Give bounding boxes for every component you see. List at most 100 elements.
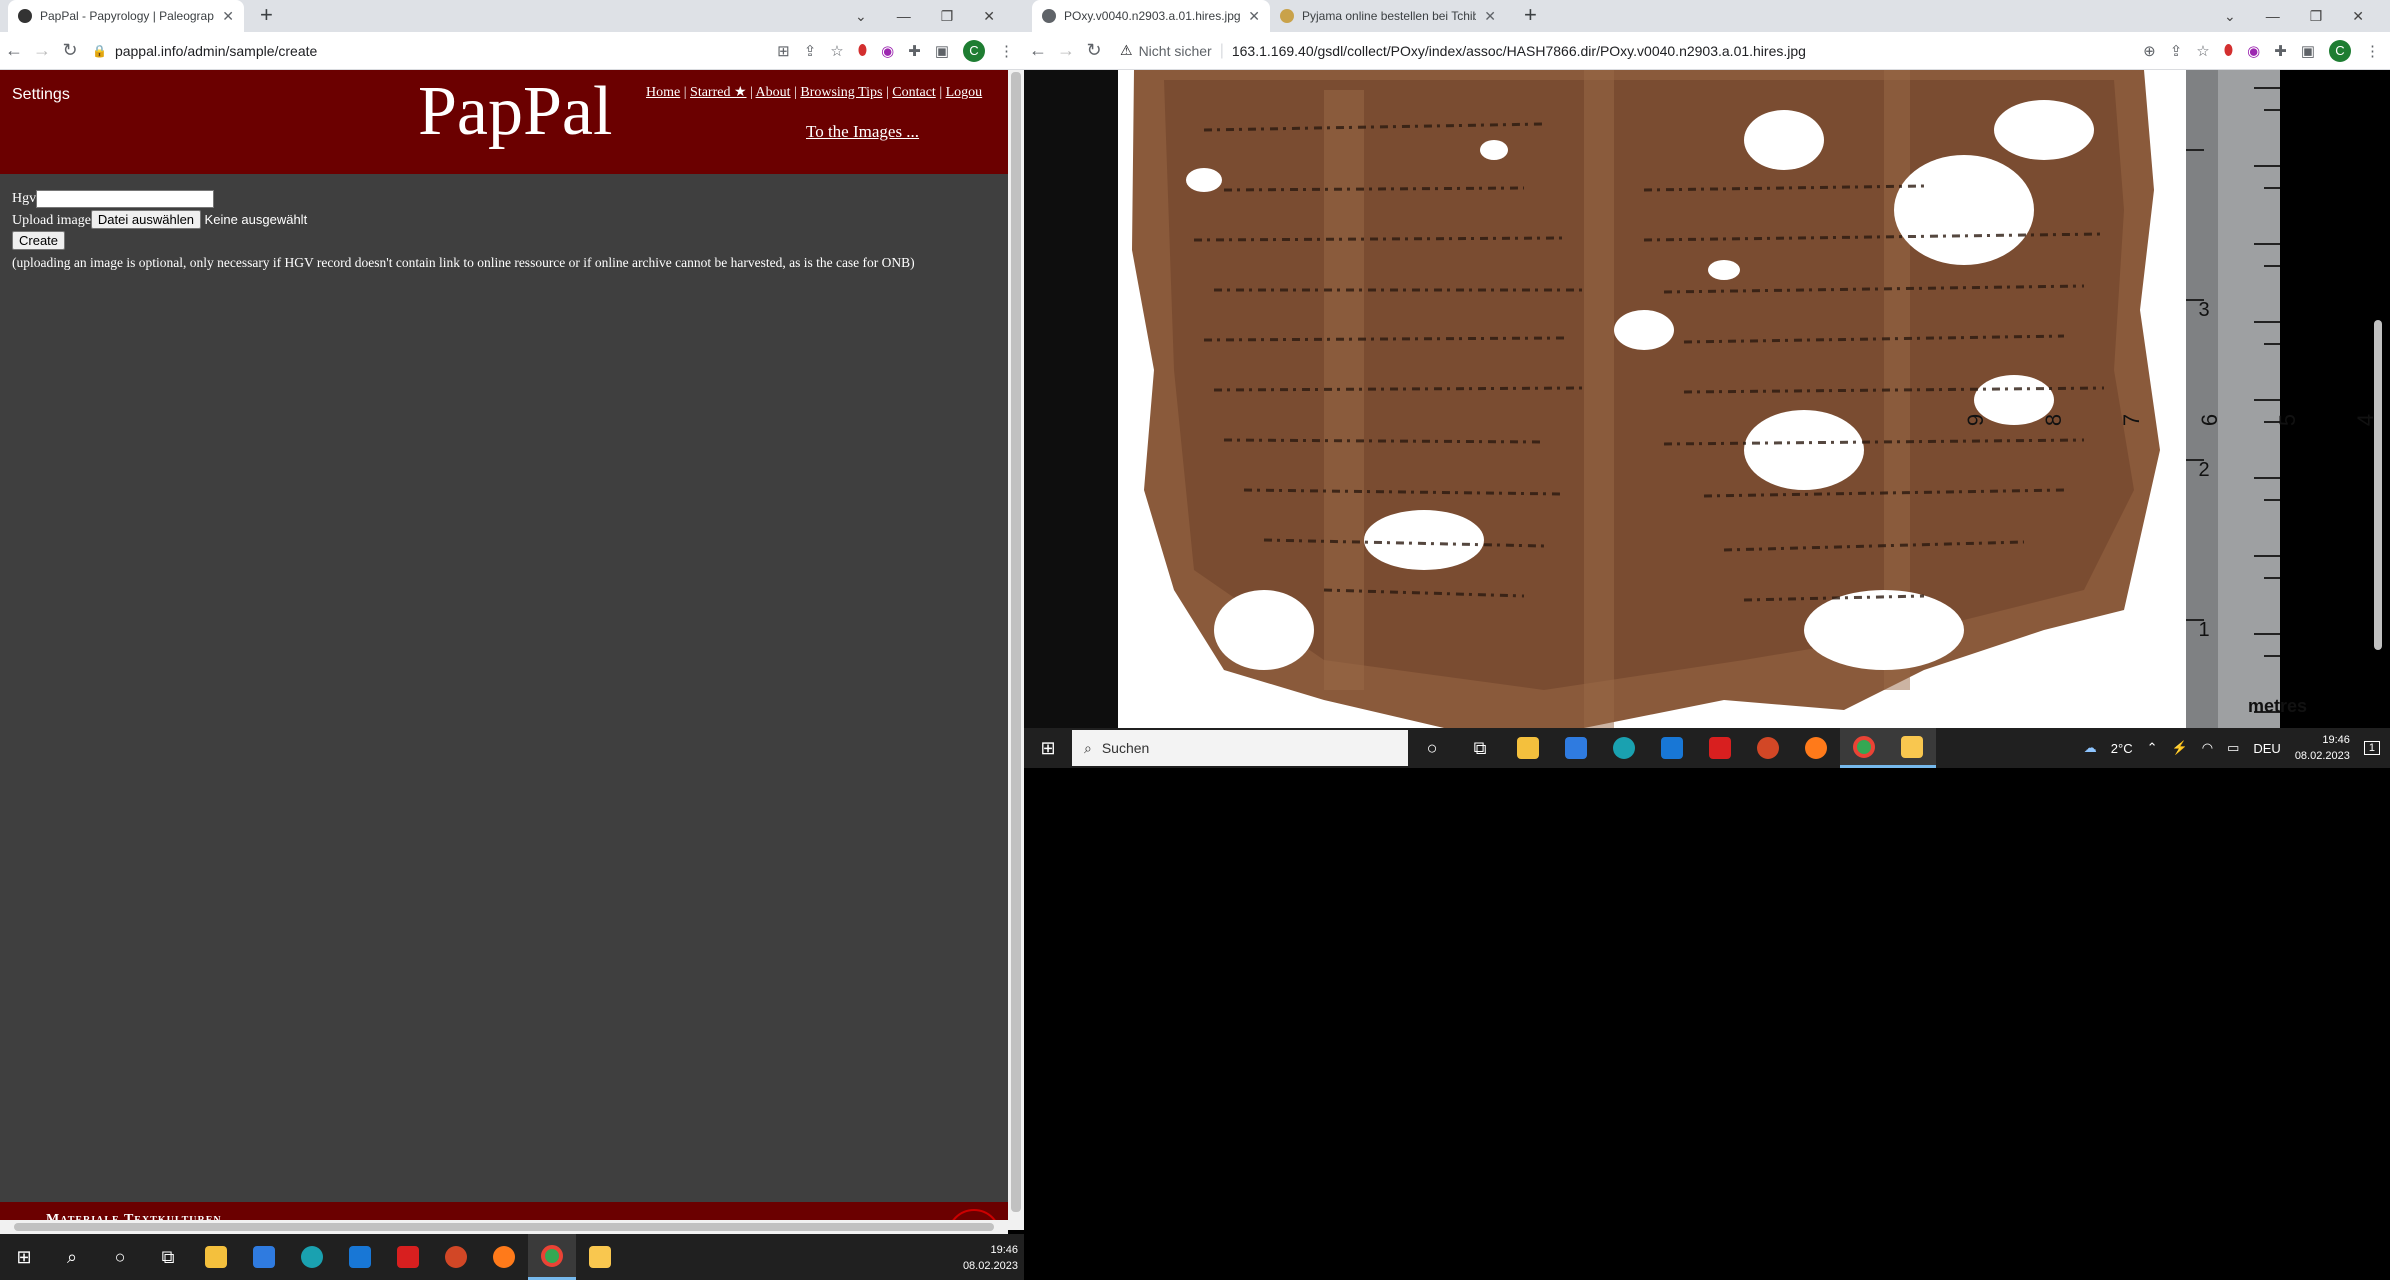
search-icon[interactable]: ⌕ — [48, 1234, 96, 1280]
right-clock[interactable]: 19:46 08.02.2023 — [2295, 732, 2350, 764]
pappal-favicon-icon — [18, 9, 32, 23]
battery-icon[interactable]: ▭ — [2227, 740, 2239, 756]
close-tab-icon[interactable]: ✕ — [222, 8, 234, 25]
translate-icon[interactable]: ⊞ — [777, 42, 790, 60]
restore-icon[interactable]: ❐ — [941, 8, 954, 25]
create-button[interactable]: Create — [12, 231, 66, 250]
close-tab-icon[interactable]: ✕ — [1248, 8, 1260, 25]
nav-starred[interactable]: Starred ★ — [690, 85, 746, 100]
scrollbar-thumb[interactable] — [14, 1223, 994, 1231]
bookmark-star-icon[interactable]: ☆ — [2196, 42, 2209, 60]
warning-icon[interactable]: ⚠ — [1120, 42, 1133, 59]
left-horizontal-scrollbar[interactable] — [0, 1220, 1008, 1234]
cortana-icon[interactable]: ○ — [96, 1234, 144, 1280]
mail-icon[interactable] — [1648, 728, 1696, 768]
file-explorer-icon[interactable] — [1504, 728, 1552, 768]
share-icon[interactable]: ⇪ — [2170, 42, 2183, 60]
back-icon[interactable]: ← — [0, 40, 28, 61]
hgv-input[interactable] — [36, 189, 215, 208]
reload-icon[interactable]: ↻ — [1080, 40, 1108, 61]
back-icon[interactable]: ← — [1024, 40, 1052, 61]
firefox-icon[interactable] — [1792, 728, 1840, 768]
start-icon[interactable]: ⊞ — [1024, 728, 1072, 768]
chrome-icon[interactable] — [1840, 728, 1888, 768]
tab-papyrus-image[interactable]: POxy.v0040.n2903.a.01.hires.jpg ✕ — [1032, 0, 1270, 32]
choose-file-button[interactable]: Datei auswählen — [90, 210, 202, 229]
close-tab-icon[interactable]: ✕ — [1484, 8, 1496, 25]
start-icon[interactable]: ⊞ — [0, 1234, 48, 1280]
tchibo-favicon-icon — [1280, 9, 1294, 23]
language-indicator[interactable]: DEU — [2253, 741, 2280, 756]
tab-search-icon[interactable]: ⌄ — [855, 8, 867, 25]
file-explorer-icon[interactable] — [192, 1234, 240, 1280]
nav-browsing-tips[interactable]: Browsing Tips — [800, 85, 882, 100]
extension-red-icon[interactable]: ⬮ — [858, 42, 867, 59]
new-tab-button[interactable]: + — [1524, 4, 1537, 26]
task-view-icon[interactable]: ⧉ — [1456, 728, 1504, 768]
share-icon[interactable]: ⇪ — [804, 42, 817, 60]
reload-icon[interactable]: ↻ — [56, 40, 84, 61]
powerpoint-icon[interactable] — [1744, 728, 1792, 768]
weather-icon[interactable]: ☁ — [2084, 740, 2097, 756]
acrobat-icon[interactable] — [384, 1234, 432, 1280]
bookmark-star-icon[interactable]: ☆ — [830, 42, 843, 60]
powerpoint-icon[interactable] — [432, 1234, 480, 1280]
forward-icon[interactable]: → — [1052, 40, 1080, 61]
tab-tchibo[interactable]: Pyjama online bestellen bei Tchib ✕ — [1270, 0, 1506, 32]
right-scrollbar-thumb[interactable] — [2374, 320, 2382, 650]
chrome-icon[interactable] — [528, 1234, 576, 1280]
restore-icon[interactable]: ❐ — [2310, 8, 2323, 25]
nav-home[interactable]: Home — [646, 85, 680, 100]
taskbar-search[interactable]: ⌕ Suchen — [1072, 730, 1408, 766]
network-icon[interactable]: ⚡ — [2172, 740, 2188, 756]
tray-chevron-icon[interactable]: ⌃ — [2147, 740, 2158, 756]
firefox-icon[interactable] — [480, 1234, 528, 1280]
extensions-icon[interactable]: ✚ — [2274, 42, 2287, 60]
lock-icon[interactable]: 🔒 — [92, 44, 107, 58]
extension-purple-icon[interactable]: ◉ — [2247, 42, 2260, 60]
store-icon[interactable] — [1552, 728, 1600, 768]
pappal-logo[interactable]: PapPal — [418, 72, 612, 152]
edge-icon[interactable] — [288, 1234, 336, 1280]
weather-temp[interactable]: 2°C — [2111, 741, 2133, 756]
extensions-icon[interactable]: ✚ — [908, 42, 921, 60]
edge-icon[interactable] — [1600, 728, 1648, 768]
acrobat-icon[interactable] — [1696, 728, 1744, 768]
url-field[interactable]: pappal.info/admin/sample/create — [115, 43, 777, 59]
to-the-images-link[interactable]: To the Images ... — [806, 122, 919, 142]
nav-about[interactable]: About — [756, 85, 791, 100]
sticky-app-icon[interactable] — [1888, 728, 1936, 768]
left-clock[interactable]: 19:46 08.02.2023 — [963, 1242, 1018, 1274]
tab-pappal[interactable]: PapPal - Papyrology | Paleograph ✕ — [8, 0, 244, 32]
mail-icon[interactable] — [336, 1234, 384, 1280]
menu-icon[interactable]: ⋮ — [2365, 42, 2380, 60]
menu-icon[interactable]: ⋮ — [999, 42, 1014, 60]
extension-red-icon[interactable]: ⬮ — [2224, 42, 2233, 59]
store-icon[interactable] — [240, 1234, 288, 1280]
close-window-icon[interactable]: ✕ — [2352, 8, 2364, 25]
nav-contact[interactable]: Contact — [892, 85, 936, 100]
notification-icon[interactable]: 1 — [2363, 741, 2380, 755]
close-window-icon[interactable]: ✕ — [983, 8, 995, 25]
url-field[interactable]: 163.1.169.40/gsdl/collect/POxy/index/ass… — [1232, 43, 2143, 59]
sidepanel-icon[interactable]: ▣ — [935, 42, 949, 60]
new-tab-button[interactable]: + — [260, 4, 273, 26]
forward-icon[interactable]: → — [28, 40, 56, 61]
wifi-icon[interactable]: ◠ — [2202, 740, 2213, 756]
sidepanel-icon[interactable]: ▣ — [2301, 42, 2315, 60]
left-vertical-scrollbar[interactable] — [1008, 70, 1024, 1230]
profile-avatar[interactable]: C — [963, 39, 985, 62]
scrollbar-thumb[interactable] — [1011, 72, 1021, 1212]
minimize-icon[interactable]: — — [2266, 8, 2280, 24]
tab-search-icon[interactable]: ⌄ — [2224, 8, 2236, 25]
task-view-icon[interactable]: ⧉ — [144, 1234, 192, 1280]
zoom-icon[interactable]: ⊕ — [2143, 42, 2156, 60]
extension-purple-icon[interactable]: ◉ — [881, 42, 894, 60]
profile-avatar[interactable]: C — [2329, 39, 2351, 62]
nav-logout[interactable]: Logou — [946, 85, 983, 100]
cortana-icon[interactable]: ○ — [1408, 728, 1456, 768]
sticky-app-icon[interactable] — [576, 1234, 624, 1280]
minimize-icon[interactable]: — — [897, 8, 911, 24]
settings-link[interactable]: Settings — [12, 86, 70, 104]
security-status[interactable]: Nicht sicher — [1139, 43, 1212, 59]
